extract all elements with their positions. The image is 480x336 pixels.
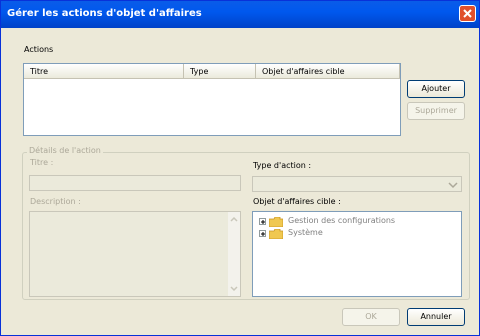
remove-button[interactable]: Supprimer (407, 102, 465, 120)
title-bar[interactable]: Gérer les actions d'objet d'affaires (1, 1, 479, 28)
column-header-target[interactable]: Objet d'affaires cible (256, 64, 400, 79)
description-scrollbar[interactable] (228, 212, 240, 296)
target-object-tree[interactable]: Gestion des configurations Système (252, 211, 462, 297)
tree-item-label: Système (288, 228, 323, 237)
scroll-up-icon[interactable] (228, 214, 240, 224)
description-label: Description : (30, 197, 81, 206)
action-type-label: Type d'action : (253, 161, 312, 170)
folder-icon (269, 229, 283, 239)
actions-label: Actions (24, 45, 54, 54)
dialog-window: Gérer les actions d'objet d'affaires Act… (0, 0, 480, 336)
tree-item-label: Gestion des configurations (288, 216, 396, 225)
expand-icon[interactable] (259, 230, 266, 237)
actions-list[interactable]: Titre Type Objet d'affaires cible (23, 63, 401, 136)
folder-icon (269, 217, 283, 227)
cancel-button[interactable]: Annuler (407, 308, 465, 326)
title-label: Titre : (30, 158, 54, 167)
add-button[interactable]: Ajouter (407, 80, 465, 98)
tree-item-systeme[interactable]: Système (259, 228, 449, 240)
close-button[interactable] (459, 5, 476, 22)
close-icon (463, 9, 472, 18)
target-object-label: Objet d'affaires cible : (253, 197, 341, 206)
title-input[interactable] (29, 175, 241, 191)
action-type-select[interactable] (252, 176, 462, 192)
tree-item-gestion-configurations[interactable]: Gestion des configurations (259, 216, 449, 228)
action-details-title: Détails de l'action (27, 146, 103, 155)
column-header-type[interactable]: Type (184, 64, 256, 79)
ok-button[interactable]: OK (342, 308, 400, 326)
description-textarea[interactable] (29, 211, 241, 297)
window-title: Gérer les actions d'objet d'affaires (7, 8, 202, 19)
scroll-down-icon[interactable] (228, 284, 240, 294)
chevron-down-icon (448, 182, 458, 189)
expand-icon[interactable] (259, 218, 266, 225)
column-header-title[interactable]: Titre (24, 64, 184, 79)
